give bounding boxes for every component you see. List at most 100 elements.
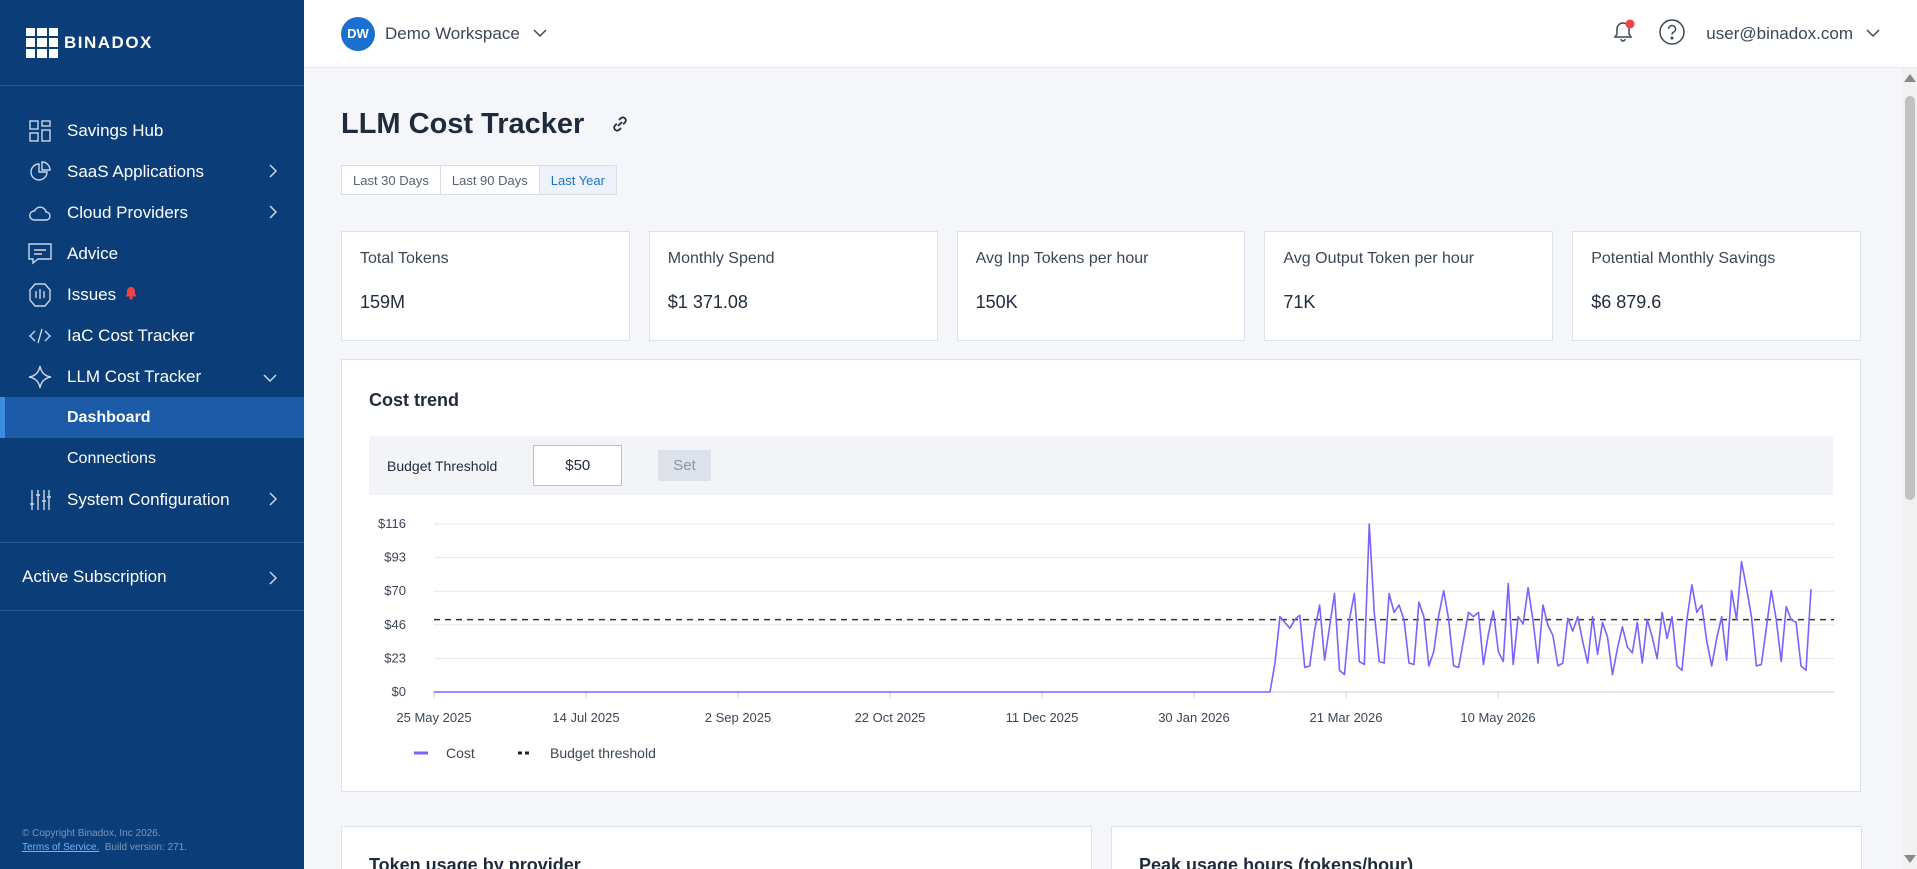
chevron-down-icon[interactable] <box>532 25 548 43</box>
peak-usage-title: Peak usage hours (tokens/hour) <box>1139 855 1414 869</box>
sidebar-item-label: IaC Cost Tracker <box>67 325 195 345</box>
sidebar-item-llm-cost-tracker[interactable]: LLM Cost Tracker <box>0 356 304 397</box>
sidebar: BINADOX Savings Hub SaaS Applications Cl… <box>0 0 304 869</box>
x-tick-label: 30 Jan 2026 <box>1158 710 1230 725</box>
top-header: DW Demo Workspace user@binadox.com <box>304 0 1917 68</box>
kpi-label: Avg Inp Tokens per hour <box>975 250 1149 267</box>
brand-logo[interactable]: BINADOX <box>0 0 304 86</box>
header-actions: user@binadox.com <box>1610 0 1881 68</box>
x-tick-label: 25 May 2025 <box>396 710 471 725</box>
alert-bell-icon <box>124 285 138 305</box>
sidebar-item-label: LLM Cost Tracker <box>67 366 202 386</box>
y-tick-label: $116 <box>378 516 406 531</box>
y-tick-label: $46 <box>384 617 406 632</box>
copyright-text: © Copyright Binadox, Inc 2026. <box>22 828 161 839</box>
sidebar-nav: Savings Hub SaaS Applications Cloud Prov… <box>0 86 304 611</box>
cost-trend-chart: $116 $93 $70 $46 $23 $0 25 May 2025 14 Jul 2025… <box>378 516 1834 761</box>
kpi-label: Avg Output Token per hour <box>1283 250 1475 267</box>
range-last-year[interactable]: Last Year <box>538 165 617 195</box>
kpi-value: 159M <box>360 292 406 312</box>
kpi-label: Total Tokens <box>360 250 449 267</box>
legend-cost-label: Cost <box>446 745 475 761</box>
chevron-right-icon <box>268 204 278 225</box>
user-email[interactable]: user@binadox.com <box>1706 24 1853 44</box>
pie-chart-icon <box>28 160 52 184</box>
notifications-bell-icon[interactable] <box>1610 18 1638 51</box>
x-tick-label: 2 Sep 2025 <box>705 710 772 725</box>
terms-of-service-link[interactable]: Terms of Service. <box>22 842 99 853</box>
shield-icon <box>28 282 52 307</box>
range-last-30-days[interactable]: Last 30 Days <box>341 165 441 195</box>
logo-grid-icon <box>26 27 58 58</box>
sidebar-item-label: System Configuration <box>67 489 230 509</box>
link-icon[interactable] <box>610 114 630 139</box>
sidebar-item-advice[interactable]: Advice <box>0 233 304 274</box>
sidebar-item-cloud-providers[interactable]: Cloud Providers <box>0 192 304 233</box>
cost-trend-card: Cost trend Budget Threshold Set $116$93$… <box>341 359 1861 792</box>
kpi-value: $6 879.6 <box>1591 292 1662 312</box>
build-version: Build version: 271. <box>104 842 188 853</box>
date-range-selector: Last 30 Days Last 90 Days Last Year <box>341 165 1861 195</box>
active-subscription-label: Active Subscription <box>22 566 167 586</box>
cost-series-line <box>434 523 1812 693</box>
sparkle-icon <box>28 365 52 389</box>
sidebar-item-label: SaaS Applications <box>67 161 205 181</box>
sidebar-subitem-connections[interactable]: Connections <box>0 438 304 479</box>
help-icon[interactable] <box>1658 18 1686 51</box>
message-icon <box>28 242 52 266</box>
x-tick-label: 10 May 2026 <box>1460 710 1535 725</box>
x-tick-label: 22 Oct 2025 <box>855 710 926 725</box>
sidebar-item-label: Savings Hub <box>67 120 164 140</box>
kpi-card-monthly-spend: Monthly Spend $1 371.08 <box>648 231 938 341</box>
kpi-label: Potential Monthly Savings <box>1591 250 1776 267</box>
kpi-card-avg-input-tokens: Avg Inp Tokens per hour 150K <box>956 231 1246 341</box>
x-tick-label: 14 Jul 2025 <box>552 710 619 725</box>
active-subscription-item[interactable]: Active Subscription <box>0 543 304 611</box>
kpi-value: 150K <box>975 292 1018 312</box>
legend-threshold-label: Budget threshold <box>550 745 656 761</box>
scroll-thumb[interactable] <box>1905 96 1915 500</box>
scroll-down-arrow-icon[interactable] <box>1904 855 1916 863</box>
dashboard-grid-icon <box>28 119 52 143</box>
kpi-card-total-tokens: Total Tokens 159M <box>341 231 630 341</box>
sidebar-subitem-dashboard[interactable]: Dashboard <box>0 397 304 438</box>
chevron-right-icon <box>268 570 278 591</box>
chevron-down-icon <box>262 368 278 388</box>
token-usage-card: Token usage by provider <box>341 826 1092 869</box>
token-usage-title: Token usage by provider <box>369 855 581 869</box>
chevron-right-icon <box>268 163 278 184</box>
y-tick-label: $93 <box>384 550 406 565</box>
brand-name: BINADOX <box>64 32 153 52</box>
page-title: LLM Cost Tracker <box>341 108 585 140</box>
page-scrollbar[interactable] <box>1902 68 1917 869</box>
kpi-card-avg-output-tokens: Avg Output Token per hour 71K <box>1264 231 1554 341</box>
kpi-row: Total Tokens 159M Monthly Spend $1 371.0… <box>341 231 1861 341</box>
sidebar-item-saas-applications[interactable]: SaaS Applications <box>0 151 304 192</box>
sidebar-item-issues[interactable]: Issues <box>0 274 304 315</box>
x-tick-label: 21 Mar 2026 <box>1310 710 1383 725</box>
bottom-cards: Token usage by provider Peak usage hours… <box>341 826 1862 869</box>
sidebar-item-label: Cloud Providers <box>67 202 188 222</box>
workspace-name[interactable]: Demo Workspace <box>385 24 520 44</box>
kpi-card-potential-savings: Potential Monthly Savings $6 879.6 <box>1572 231 1861 341</box>
peak-usage-card: Peak usage hours (tokens/hour) <box>1111 826 1862 869</box>
x-tick-label: 11 Dec 2025 <box>1006 710 1079 725</box>
kpi-label: Monthly Spend <box>667 250 775 267</box>
sidebar-item-label: Issues <box>67 284 117 304</box>
chevron-down-icon[interactable] <box>1865 25 1881 43</box>
scroll-up-arrow-icon[interactable] <box>1904 74 1916 82</box>
sidebar-item-system-configuration[interactable]: System Configuration <box>0 479 304 520</box>
cloud-icon <box>28 201 52 225</box>
y-tick-label: $70 <box>384 583 406 598</box>
sidebar-footer: © Copyright Binadox, Inc 2026. Terms of … <box>22 827 187 855</box>
kpi-value: $1 371.08 <box>667 292 748 312</box>
sidebar-item-iac-cost-tracker[interactable]: IaC Cost Tracker <box>0 315 304 356</box>
sidebar-item-savings-hub[interactable]: Savings Hub <box>0 110 304 151</box>
code-icon <box>28 324 52 348</box>
chevron-right-icon <box>268 491 278 512</box>
kpi-value: 71K <box>1283 292 1316 312</box>
sidebar-item-label: Advice <box>67 243 119 263</box>
range-last-90-days[interactable]: Last 90 Days <box>439 165 540 195</box>
workspace-avatar[interactable]: DW <box>341 16 375 51</box>
y-tick-label: $0 <box>392 684 406 699</box>
